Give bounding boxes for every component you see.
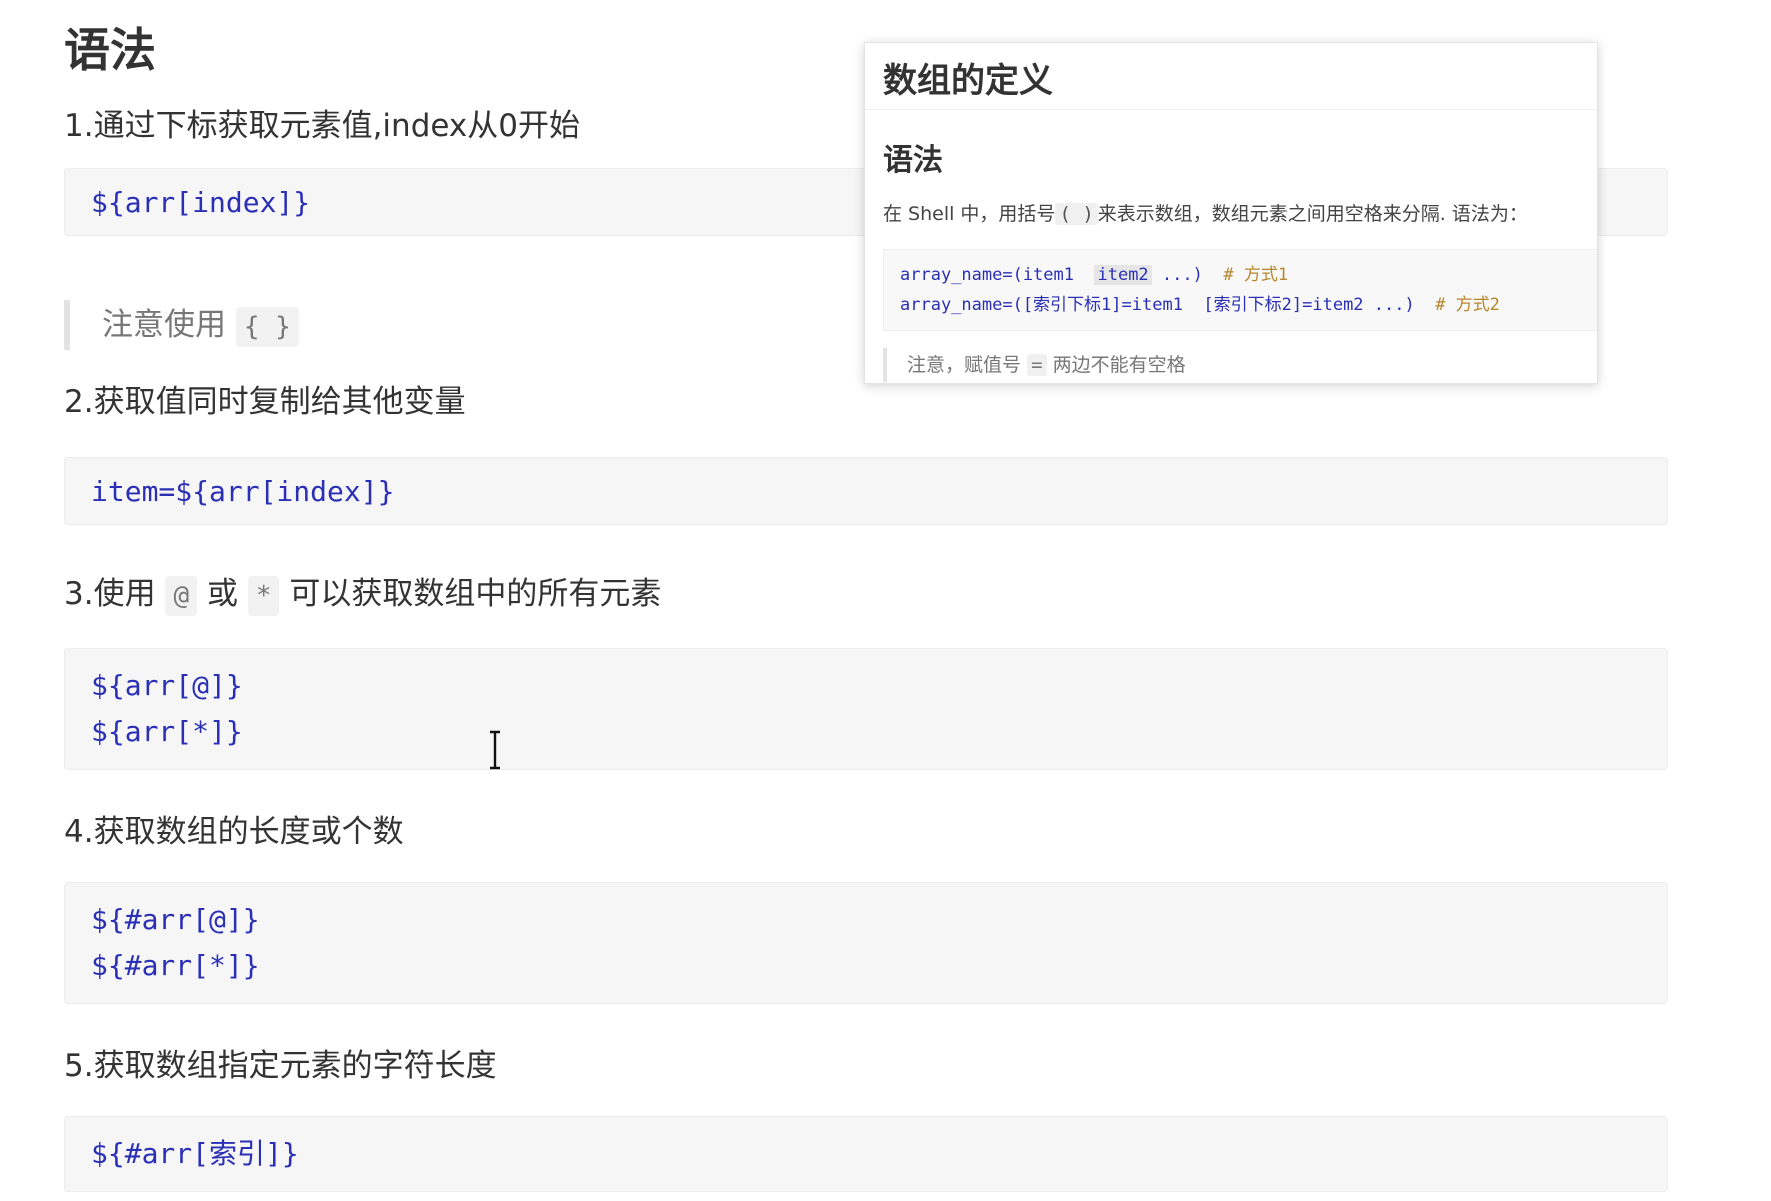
note-inline-code: { } — [235, 307, 299, 347]
popup-code-comment: # 方式2 — [1435, 295, 1500, 315]
note-text: 注意使用 — [102, 307, 226, 343]
note-quote: 注意使用 { } — [64, 300, 299, 350]
popup-code-line-2: array_name=([索引下标1]=item1 [索引下标2]=item2 … — [900, 290, 1597, 320]
item-5-text: 5.获取数组指定元素的字符长度 — [64, 1048, 497, 1084]
popup-subtitle: 语法 — [883, 143, 943, 178]
code-line: ${arr[@]} — [91, 669, 243, 702]
popup-code-line-1: array_name=(item1 item2 ...) # 方式1 — [900, 260, 1597, 290]
item-4-text: 4.获取数组的长度或个数 — [64, 814, 404, 850]
popup-code-part: ...) — [1161, 265, 1203, 285]
code-line: ${#arr[索引]} — [91, 1137, 299, 1170]
item-1-text: 1.通过下标获取元素值,index从0开始 — [64, 108, 580, 144]
code-block-3[interactable]: ${arr[@]} ${arr[*]} — [64, 648, 1668, 770]
popup-code-part: array_name=([索引下标1]=item1 — [900, 295, 1183, 315]
code-line: item=${arr[index]} — [91, 475, 395, 508]
item-3-text-after: 可以获取数组中的所有元素 — [289, 576, 662, 612]
popup-code-highlight: item2 — [1094, 265, 1152, 285]
text-cursor-icon — [490, 730, 500, 770]
code-block-2[interactable]: item=${arr[index]} — [64, 457, 1668, 525]
code-line: ${#arr[@]} — [91, 903, 260, 936]
popup-desc-before: 在 Shell 中，用括号 — [883, 203, 1056, 225]
popup-note-code: = — [1027, 354, 1047, 376]
popup-desc-code: ( ) — [1055, 203, 1098, 225]
item-3-text-mid: 或 — [206, 576, 238, 612]
item-3-text: 3.使用 @ 或 * 可以获取数组中的所有元素 — [64, 568, 661, 616]
popup-note-after: 两边不能有空格 — [1052, 354, 1186, 376]
inline-code-star: * — [247, 576, 280, 616]
popup-code-block[interactable]: array_name=(item1 item2 ...) # 方式1 array… — [883, 249, 1597, 331]
item-2-text: 2.获取值同时复制给其他变量 — [64, 384, 466, 420]
inline-code-at: @ — [165, 576, 198, 616]
code-line: ${#arr[*]} — [91, 949, 260, 982]
popup-divider — [865, 109, 1597, 110]
popup-description: 在 Shell 中，用括号( ) 来表示数组，数组元素之间用空格来分隔. 语法为： — [883, 199, 1528, 226]
popup-code-part: array_name=(item1 — [900, 265, 1074, 285]
popup-title: 数组的定义 — [883, 61, 1053, 101]
page-heading: 语法 — [64, 23, 156, 77]
item-3-text-before: 3.使用 — [64, 576, 156, 612]
popup-note-before: 注意，赋值号 — [907, 354, 1022, 376]
definition-popup[interactable]: 数组的定义 语法 在 Shell 中，用括号( ) 来表示数组，数组元素之间用空格… — [864, 42, 1598, 384]
code-block-5[interactable]: ${#arr[索引]} — [64, 1116, 1668, 1192]
popup-desc-after: 来表示数组，数组元素之间用空格来分隔. 语法为： — [1097, 203, 1528, 225]
code-block-4[interactable]: ${#arr[@]} ${#arr[*]} — [64, 882, 1668, 1004]
popup-note: 注意，赋值号 = 两边不能有空格 — [883, 348, 1186, 382]
popup-code-comment: # 方式1 — [1223, 265, 1289, 285]
code-line: ${arr[*]} — [91, 715, 243, 748]
popup-code-part: [索引下标2]=item2 ...) — [1203, 295, 1415, 315]
